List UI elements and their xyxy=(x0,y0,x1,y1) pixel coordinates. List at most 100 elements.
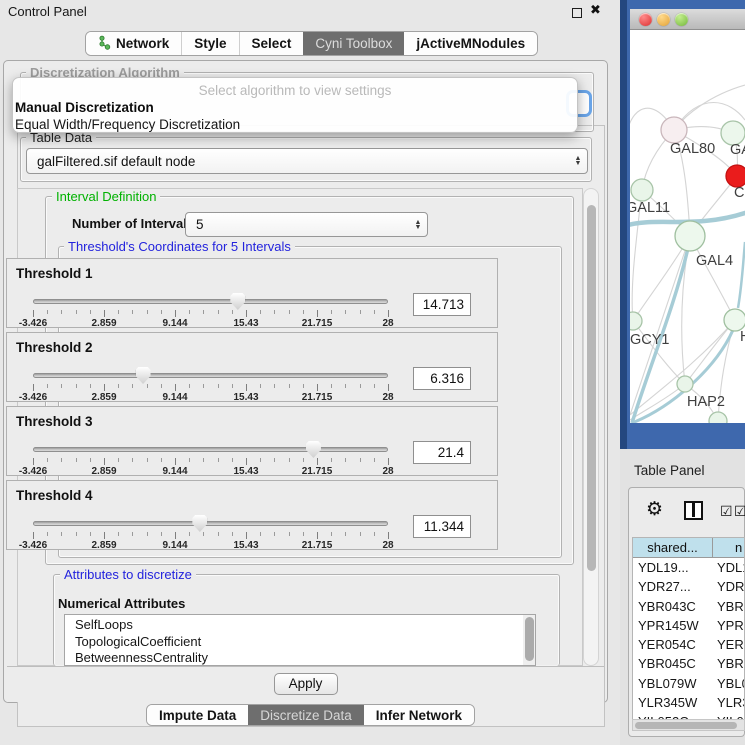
table-row[interactable]: YBR045CYBR0 xyxy=(633,654,744,673)
network-node[interactable] xyxy=(675,221,705,251)
table-row[interactable]: YBR043CYBR0 xyxy=(633,597,744,616)
network-node[interactable] xyxy=(709,412,727,423)
node-label: HAP2 xyxy=(687,394,725,410)
settings-vertical-scrollbar[interactable] xyxy=(583,188,599,666)
table-row[interactable]: YPR145WYPR1 xyxy=(633,616,744,635)
list-item[interactable]: BetweennessCentrality xyxy=(75,650,535,666)
table-row[interactable]: YDR27...YDR2 xyxy=(633,577,744,596)
threshold-2-label: Threshold 2 xyxy=(16,340,93,355)
threshold-2-slider[interactable]: -3.4262.8599.14415.4321.71528 xyxy=(33,367,388,401)
slider-thumb[interactable] xyxy=(192,515,207,532)
tab-label: Network xyxy=(116,36,169,51)
threshold-2-value-field[interactable]: 6.316 xyxy=(413,367,471,390)
table-cell: YIL052C xyxy=(633,712,713,719)
slider-scale-labels: -3.4262.8599.14415.4321.71528 xyxy=(33,466,388,478)
table-cell: YER0 xyxy=(713,635,744,654)
threshold-3-label: Threshold 3 xyxy=(16,414,93,429)
network-view-canvas[interactable]: GAL80GACGAL11GAL4GCY1HHAP2 xyxy=(630,30,745,423)
table-data-value: galFiltered.sif default node xyxy=(27,154,569,169)
table-row[interactable]: YDL19...YDL1 xyxy=(633,558,744,577)
tab-select[interactable]: Select xyxy=(239,32,304,55)
gear-icon[interactable]: ⚙ xyxy=(646,498,663,521)
tab-discretize-data[interactable]: Discretize Data xyxy=(248,705,364,725)
slider-thumb[interactable] xyxy=(230,293,245,310)
control-panel-titlebar: Control Panel ✖ xyxy=(0,0,620,24)
tab-cyni-toolbox[interactable]: Cyni Toolbox xyxy=(303,32,404,55)
attributes-group-label: Attributes to discretize xyxy=(60,567,196,582)
split-view-icon[interactable] xyxy=(684,501,703,520)
threshold-1-value-field[interactable]: 14.713 xyxy=(413,293,471,316)
threshold-3-value-field[interactable]: 21.4 xyxy=(413,441,471,464)
threshold-4-label: Threshold 4 xyxy=(16,488,93,503)
tab-infer-network[interactable]: Infer Network xyxy=(364,705,474,725)
tab-label: Style xyxy=(194,36,226,51)
network-node[interactable] xyxy=(661,117,687,143)
network-node[interactable] xyxy=(631,179,653,201)
table-cell: YER054C xyxy=(633,635,713,654)
mac-close-button[interactable] xyxy=(639,13,652,26)
number-of-intervals-spinner[interactable]: 5 ▲▼ xyxy=(185,212,428,237)
top-tab-bar: Network Style Select Cyni Toolbox jActiv… xyxy=(85,31,538,56)
column-header-shared[interactable]: shared... xyxy=(633,538,713,557)
checkbox-icon[interactable]: ☑ xyxy=(734,503,745,520)
list-item[interactable]: SelfLoops xyxy=(75,617,535,634)
dropdown-option-manual-discretization[interactable]: Manual Discretization xyxy=(15,100,154,115)
slider-track[interactable] xyxy=(33,521,388,526)
node-label: GAL80 xyxy=(670,141,715,157)
tab-style[interactable]: Style xyxy=(181,32,238,55)
scrollbar-thumb[interactable] xyxy=(525,617,534,661)
slider-thumb[interactable] xyxy=(306,441,321,458)
slider-track[interactable] xyxy=(33,373,388,378)
network-node[interactable] xyxy=(630,312,642,330)
scrollbar-thumb[interactable] xyxy=(635,722,737,729)
table-cell: YIL0 xyxy=(713,712,744,719)
table-panel-toolbar: ⚙ ☑ ☑ xyxy=(632,494,745,528)
tab-jactivemnodules[interactable]: jActiveMNodules xyxy=(404,32,537,55)
float-window-icon[interactable] xyxy=(572,8,582,18)
threshold-1-panel: Threshold 1 -3.4262.8599.14415.4321.7152… xyxy=(6,258,498,328)
table-cell: YBR0 xyxy=(713,654,744,673)
tab-impute-data[interactable]: Impute Data xyxy=(147,705,248,725)
network-node[interactable] xyxy=(726,165,745,187)
slider-track[interactable] xyxy=(33,299,388,304)
threshold-4-panel: Threshold 4 -3.4262.8599.14415.4321.7152… xyxy=(6,480,498,550)
close-icon[interactable]: ✖ xyxy=(590,2,601,18)
tab-label: Infer Network xyxy=(376,708,462,723)
mac-zoom-button[interactable] xyxy=(675,13,688,26)
threshold-3-slider[interactable]: -3.4262.8599.14415.4321.71528 xyxy=(33,441,388,475)
slider-track[interactable] xyxy=(33,447,388,452)
table-row[interactable]: YIL052CYIL0 xyxy=(633,712,744,719)
table-cell: YPR145W xyxy=(633,616,713,635)
table-header-row: shared... n xyxy=(633,538,744,558)
interval-definition-label: Interval Definition xyxy=(52,189,160,204)
table-horizontal-scrollbar[interactable] xyxy=(632,719,745,731)
slider-ticks xyxy=(33,310,388,318)
threshold-4-value-field[interactable]: 11.344 xyxy=(413,515,471,538)
node-label: C xyxy=(734,185,744,201)
table-row[interactable]: YBL079WYBL0 xyxy=(633,674,744,693)
table-data-combobox[interactable]: galFiltered.sif default node ▲▼ xyxy=(26,148,588,174)
network-node[interactable] xyxy=(677,376,693,392)
number-of-intervals-value: 5 xyxy=(186,217,409,232)
slider-thumb[interactable] xyxy=(136,367,151,384)
mac-minimize-button[interactable] xyxy=(657,13,670,26)
dropdown-option-equal-width-frequency[interactable]: Equal Width/Frequency Discretization xyxy=(15,117,240,132)
tab-label: Impute Data xyxy=(159,708,236,723)
threshold-4-slider[interactable]: -3.4262.8599.14415.4321.71528 xyxy=(33,515,388,549)
scrollbar-thumb[interactable] xyxy=(587,205,596,571)
checkbox-icon[interactable]: ☑ xyxy=(720,503,733,520)
numerical-attributes-list[interactable]: SelfLoopsTopologicalCoefficientBetweenne… xyxy=(64,614,536,666)
network-window-titlebar[interactable] xyxy=(630,9,745,30)
slider-ticks xyxy=(33,384,388,392)
apply-button[interactable]: Apply xyxy=(274,673,338,695)
table-cell: YPR1 xyxy=(713,616,744,635)
column-header-name[interactable]: n xyxy=(713,538,744,557)
list-item[interactable]: TopologicalCoefficient xyxy=(75,634,535,651)
network-node[interactable] xyxy=(724,309,745,331)
attributes-list-scrollbar[interactable] xyxy=(523,615,535,665)
table-row[interactable]: YER054CYER0 xyxy=(633,635,744,654)
table-row[interactable]: YLR345WYLR3 xyxy=(633,693,744,712)
tab-network[interactable]: Network xyxy=(86,32,181,55)
combo-stepper-icon: ▲▼ xyxy=(569,156,587,166)
threshold-1-slider[interactable]: -3.4262.8599.14415.4321.71528 xyxy=(33,293,388,327)
